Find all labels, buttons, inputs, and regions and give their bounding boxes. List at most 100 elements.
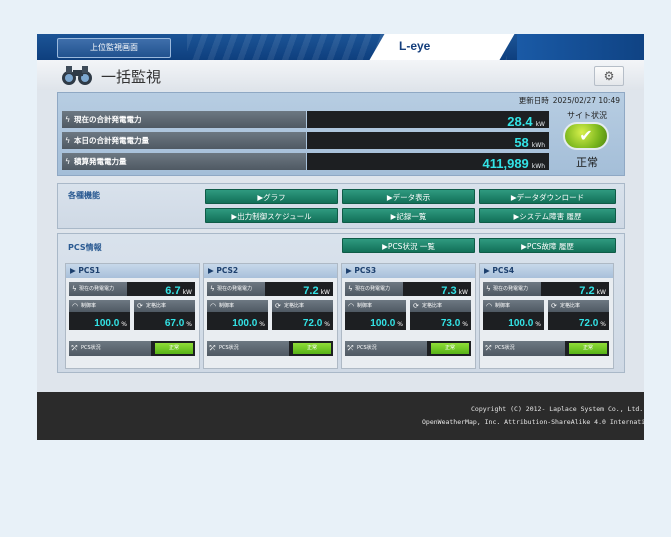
rated-ratio-label: 定格比率	[134, 300, 195, 312]
pcs-status-badge: 正常	[155, 343, 193, 354]
pcs-power-row: 現在の発電電力 ϟ 7.3 kW	[345, 282, 471, 297]
rated-ratio-label: 定格比率	[548, 300, 609, 312]
data-download-button[interactable]: ▶データダウンロード	[479, 189, 616, 204]
app-window: 上位監視画面 L-eye 一括監視 ⚙ 更新日時 2025/02/27 10:49…	[37, 34, 644, 440]
cycle-icon: ⟳	[137, 302, 143, 310]
control-rate-label: 制御率	[207, 300, 268, 312]
pcs-status-list-button[interactable]: ▶PCS状況 一覧	[342, 238, 475, 253]
metric-value-box: 411,989 kWh	[307, 153, 549, 171]
cycle-icon: ⟳	[551, 302, 557, 310]
control-rate-value-box: 100.0%	[370, 312, 403, 334]
control-rate-value-box: 100.0%	[232, 312, 265, 334]
site-status-box: サイト状況 ✔ 正常	[554, 110, 620, 170]
bolt-icon: ϟ	[65, 115, 71, 124]
bolt-icon: ϟ	[65, 136, 71, 145]
rated-ratio-value-box: 72.0%	[303, 312, 330, 334]
pcs-power-unit: kW	[596, 289, 606, 296]
pcs-status-badge: 正常	[293, 343, 331, 354]
pcs-card-3: ▶ PCS3 現在の発電電力 ϟ 7.3 kW 制御率 ◠ 100.0% 定格比率…	[341, 263, 476, 369]
pcs-power-label: 現在の発電電力	[483, 282, 541, 296]
title-bar: 一括監視 ⚙	[37, 60, 644, 90]
gauge-icon: ◠	[348, 302, 355, 310]
pcs-rated-ratio: 定格比率 ⟳ 72.0%	[272, 300, 333, 330]
pcs-status-badge: 正常	[431, 343, 469, 354]
pcs-power-unit: kW	[320, 289, 330, 296]
pcs-power-row: 現在の発電電力 ϟ 6.7 kW	[69, 282, 195, 297]
percent-unit: %	[121, 321, 127, 328]
metric-value: 28.4	[507, 114, 533, 129]
pcs-power-row: 現在の発電電力 ϟ 7.2 kW	[483, 282, 609, 297]
pcs-power-value-box: 7.2 kW	[303, 282, 330, 300]
metric-value-box: 58 kWh	[307, 132, 549, 150]
pcs-card-2: ▶ PCS2 現在の発電電力 ϟ 7.2 kW 制御率 ◠ 100.0% 定格比率…	[203, 263, 338, 369]
control-rate-value: 100.0	[232, 318, 258, 329]
copyright-text: Copyright (C) 2012- Laplace System Co., …	[471, 405, 644, 413]
pcs-control-rate: 制御率 ◠ 100.0%	[207, 300, 268, 330]
pcs-power-unit: kW	[458, 289, 468, 296]
settings-button[interactable]: ⚙	[594, 66, 624, 86]
data-display-button[interactable]: ▶データ表示	[342, 189, 475, 204]
pcs-rated-ratio: 定格比率 ⟳ 72.0%	[548, 300, 609, 330]
pcs-status-row: PCS状況 ⤱ 正常	[69, 341, 195, 356]
rated-ratio-value: 67.0	[164, 318, 185, 329]
pcs-power-label: 現在の発電電力	[207, 282, 265, 296]
record-list-button[interactable]: ▶記録一覧	[342, 208, 475, 223]
bolt-icon: ϟ	[210, 285, 215, 293]
bolt-icon: ϟ	[65, 157, 71, 166]
metric-current-power: 現在の合計発電電力 ϟ 28.4 kW	[62, 111, 549, 129]
rated-ratio-label: 定格比率	[410, 300, 471, 312]
rated-ratio-value-box: 72.0%	[579, 312, 606, 334]
bolt-icon: ϟ	[72, 285, 77, 293]
system-fault-history-button[interactable]: ▶システム障害 履歴	[479, 208, 616, 223]
pcs-control-rate: 制御率 ◠ 100.0%	[345, 300, 406, 330]
percent-unit: %	[600, 321, 606, 328]
pcs-power-label: 現在の発電電力	[345, 282, 403, 296]
footer: Copyright (C) 2012- Laplace System Co., …	[37, 392, 644, 440]
metric-label: 積算発電電力量	[62, 153, 306, 170]
pcs-status-icon: ⤱	[72, 344, 78, 352]
header-bar: 上位監視画面 L-eye	[37, 34, 644, 60]
pcs-card-title[interactable]: ▶ PCS4	[480, 264, 613, 278]
percent-unit: %	[462, 321, 468, 328]
percent-unit: %	[535, 321, 541, 328]
pcs-panel: PCS情報 ▶PCS状況 一覧 ▶PCS故障 履歴 ▶ PCS1 現在の発電電力…	[57, 233, 625, 373]
pcs-fault-history-button[interactable]: ▶PCS故障 履歴	[479, 238, 616, 253]
metric-value: 58	[514, 135, 529, 150]
pcs-status-icon: ⤱	[348, 344, 354, 352]
pcs-status-label: PCS状況	[69, 341, 151, 356]
percent-unit: %	[324, 321, 330, 328]
pcs-power-label: 現在の発電電力	[69, 282, 127, 296]
pcs-power-value: 7.2	[303, 285, 319, 297]
pcs-power-value-box: 6.7 kW	[165, 282, 192, 300]
pcs-power-row: 現在の発電電力 ϟ 7.2 kW	[207, 282, 333, 297]
metric-value: 411,989	[482, 156, 529, 171]
metric-unit: kWh	[531, 142, 545, 149]
gauge-icon: ◠	[210, 302, 217, 310]
attribution-text: OpenWeatherMap, Inc. Attribution-ShareAl…	[422, 418, 644, 426]
graph-button[interactable]: ▶グラフ	[205, 189, 338, 204]
metric-unit: kW	[535, 121, 545, 128]
control-rate-value: 100.0	[508, 318, 534, 329]
updated-value: 2025/02/27 10:49	[552, 96, 620, 105]
output-schedule-button[interactable]: ▶出力制御スケジュール	[205, 208, 338, 223]
metric-unit: kWh	[531, 163, 545, 170]
pcs-card-title[interactable]: ▶ PCS3	[342, 264, 475, 278]
pcs-card-title[interactable]: ▶ PCS2	[204, 264, 337, 278]
metric-label: 現在の合計発電電力	[62, 111, 306, 128]
cycle-icon: ⟳	[275, 302, 281, 310]
summary-panel: 更新日時 2025/02/27 10:49 現在の合計発電電力 ϟ 28.4 kW …	[57, 92, 625, 176]
pcs-power-value-box: 7.3 kW	[441, 282, 468, 300]
pcs-title: PCS情報	[68, 243, 102, 252]
pcs-status-icon: ⤱	[486, 344, 492, 352]
page-title: 一括監視	[101, 68, 162, 86]
site-status-label: サイト状況	[567, 111, 607, 120]
pcs-card-title[interactable]: ▶ PCS1	[66, 264, 199, 278]
rated-ratio-value: 72.0	[578, 318, 599, 329]
percent-unit: %	[186, 321, 192, 328]
pcs-rated-ratio: 定格比率 ⟳ 73.0%	[410, 300, 471, 330]
control-rate-value: 100.0	[370, 318, 396, 329]
top-monitor-button[interactable]: 上位監視画面	[57, 38, 171, 58]
rated-ratio-value: 72.0	[302, 318, 323, 329]
control-rate-label: 制御率	[345, 300, 406, 312]
control-rate-value-box: 100.0%	[94, 312, 127, 334]
